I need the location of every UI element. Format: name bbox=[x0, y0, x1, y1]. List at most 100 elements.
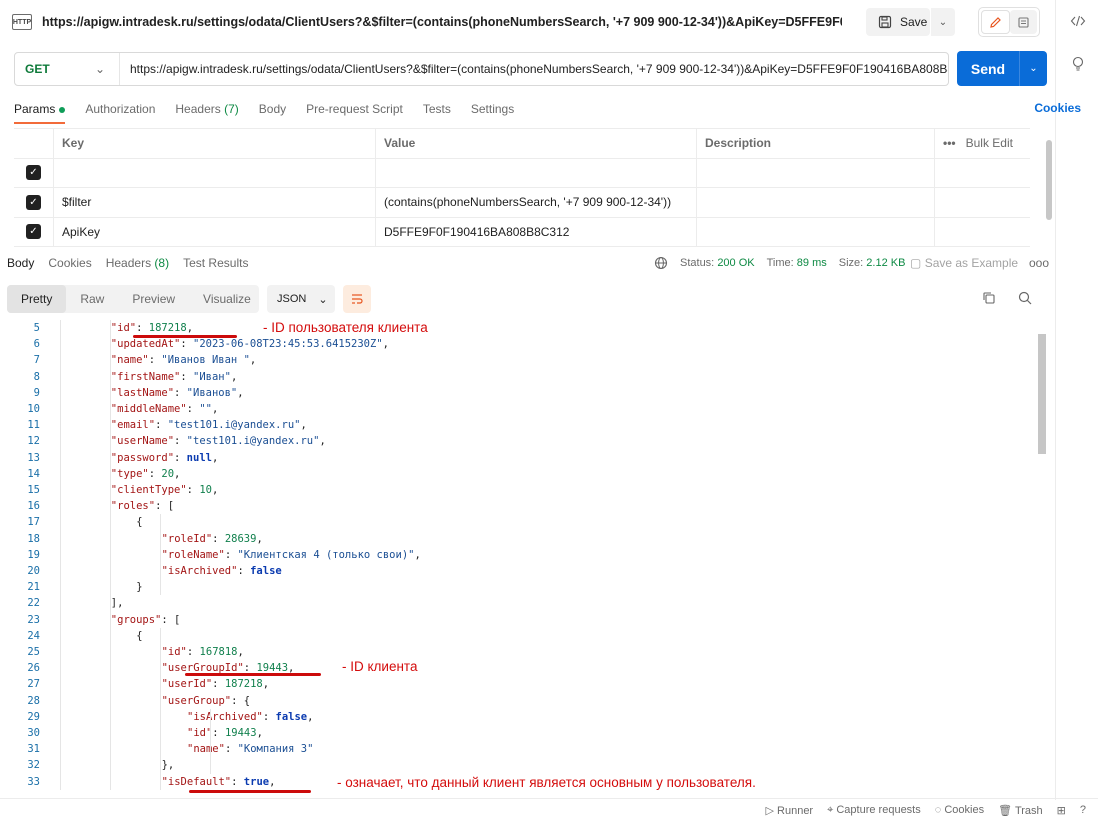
tab-settings[interactable]: Settings bbox=[471, 102, 514, 116]
tab-response-cookies[interactable]: Cookies bbox=[48, 256, 91, 270]
wrap-lines-button[interactable] bbox=[343, 285, 371, 313]
param-description[interactable] bbox=[697, 158, 935, 187]
tab-response-headers[interactable]: Headers (8) bbox=[106, 256, 169, 270]
more-options-icon[interactable]: ••• bbox=[943, 136, 956, 150]
code-text: }, bbox=[162, 757, 175, 773]
tab-test-results[interactable]: Test Results bbox=[183, 256, 248, 270]
save-as-example-button[interactable]: ▢ Save as Example bbox=[910, 256, 1018, 270]
tab-params[interactable]: Params bbox=[14, 102, 66, 124]
format-select[interactable]: JSON ⌄ bbox=[267, 285, 335, 313]
param-checkbox[interactable]: ✓ bbox=[14, 158, 54, 187]
footer-cookies-button[interactable]: ◌ Cookies bbox=[935, 804, 984, 816]
annotation-user-id: - ID пользователя клиента bbox=[263, 320, 428, 335]
code-line: 28 "userGroup": { bbox=[0, 693, 1036, 709]
url-input[interactable]: https://apigw.intradesk.ru/settings/odat… bbox=[120, 62, 948, 76]
save-button[interactable]: Save bbox=[866, 8, 930, 36]
code-line: 5 "id": 187218, bbox=[0, 320, 1036, 336]
code-token: : bbox=[262, 710, 276, 723]
tab-body[interactable]: Body bbox=[259, 102, 286, 116]
code-text: "groups": [ bbox=[111, 612, 181, 628]
globe-icon[interactable] bbox=[654, 256, 668, 270]
code-token: "roleName" bbox=[161, 548, 225, 561]
code-token: "test101.i@yandex.ru" bbox=[167, 419, 301, 432]
code-text: "name": "Компания 3" bbox=[187, 741, 313, 757]
line-number: 5 bbox=[33, 322, 40, 334]
line-number: 32 bbox=[27, 759, 40, 772]
capture-requests-button[interactable]: ⌖ Capture requests bbox=[827, 804, 921, 817]
copy-icon[interactable] bbox=[982, 291, 996, 308]
params-scrollbar[interactable] bbox=[1046, 140, 1052, 220]
scrollbar-thumb[interactable] bbox=[1038, 334, 1046, 454]
param-value[interactable]: (contains(phoneNumbersSearch, '+7 909 90… bbox=[376, 188, 697, 217]
code-token: : { bbox=[231, 694, 251, 707]
code-token: false bbox=[250, 565, 282, 577]
tab-headers[interactable]: Headers (7) bbox=[175, 102, 238, 116]
time-info[interactable]: Time: 89 ms bbox=[767, 257, 827, 269]
response-scrollbar[interactable] bbox=[1036, 322, 1048, 794]
method-select[interactable]: GET ⌄ bbox=[15, 53, 120, 85]
code-text: "password": null, bbox=[111, 450, 219, 466]
response-body-editor[interactable]: 5 "id": 187218, 6 "updatedAt": "2023-06-08T… bbox=[0, 318, 1036, 794]
size-value: 2.12 KB bbox=[866, 257, 906, 269]
docs-mode-button[interactable] bbox=[1010, 10, 1037, 34]
code-token: "id" bbox=[161, 646, 187, 658]
indent-guide bbox=[110, 320, 111, 790]
code-text: { bbox=[136, 628, 142, 644]
cookies-link[interactable]: Cookies bbox=[1034, 101, 1081, 115]
param-checkbox[interactable]: ✓ bbox=[14, 188, 54, 217]
code-token: "userId" bbox=[161, 678, 213, 691]
line-number: 31 bbox=[27, 743, 40, 756]
more-options-icon[interactable]: ooo bbox=[1029, 256, 1049, 270]
code-line: 25 "id": 167818, bbox=[0, 644, 1036, 660]
tab-label: Headers bbox=[175, 102, 221, 116]
editor-mode-toggle bbox=[978, 7, 1040, 37]
two-pane-icon[interactable]: ⊞ bbox=[1057, 804, 1066, 817]
send-options-button[interactable]: ⌄ bbox=[1019, 51, 1047, 86]
tab-pretty[interactable]: Pretty bbox=[7, 285, 67, 313]
line-number: 24 bbox=[27, 629, 40, 642]
trash-button[interactable]: 🗑 Trash bbox=[998, 804, 1043, 817]
bulk-edit-button[interactable]: Bulk Edit bbox=[966, 136, 1013, 150]
code-line: 10 "middleName": "", bbox=[0, 401, 1036, 417]
search-icon[interactable] bbox=[1018, 291, 1032, 308]
code-line: 18 "roleId": 28639, bbox=[0, 531, 1036, 547]
code-token: 20 bbox=[161, 467, 175, 480]
line-number: 17 bbox=[27, 516, 40, 529]
param-value[interactable]: D5FFE9F0F190416BA808B8C312 bbox=[376, 217, 697, 246]
send-button[interactable]: Send ⌄ bbox=[957, 51, 1047, 86]
code-token: , bbox=[174, 467, 181, 480]
edit-mode-button[interactable] bbox=[981, 10, 1010, 34]
runner-button[interactable]: ▷ Runner bbox=[765, 804, 813, 817]
status-info[interactable]: Status: 200 OK bbox=[680, 257, 755, 269]
code-token: : bbox=[212, 727, 225, 739]
tab-preview[interactable]: Preview bbox=[118, 285, 189, 313]
size-info[interactable]: Size: 2.12 KB bbox=[839, 257, 906, 269]
tab-visualize[interactable]: Visualize bbox=[189, 285, 265, 313]
code-text: "email": "test101.i@yandex.ru", bbox=[111, 417, 307, 433]
param-key[interactable]: $filter bbox=[54, 188, 376, 217]
lightbulb-icon[interactable] bbox=[1069, 55, 1087, 73]
param-description[interactable] bbox=[697, 217, 935, 246]
request-title[interactable]: https://apigw.intradesk.ru/settings/odat… bbox=[42, 15, 842, 29]
save-options-button[interactable]: ⌄ bbox=[931, 8, 955, 36]
capture-label: Capture requests bbox=[836, 803, 921, 816]
code-text: "isDefault": true, bbox=[162, 774, 276, 790]
param-checkbox[interactable]: ✓ bbox=[14, 217, 54, 246]
help-icon[interactable]: ? bbox=[1080, 804, 1086, 816]
tab-authorization[interactable]: Authorization bbox=[85, 102, 155, 116]
code-text: "clientType": 10, bbox=[111, 482, 219, 498]
param-value[interactable] bbox=[376, 158, 697, 187]
code-snippet-icon[interactable] bbox=[1069, 13, 1087, 31]
tab-raw[interactable]: Raw bbox=[66, 285, 118, 313]
code-token: : bbox=[174, 451, 187, 464]
line-number: 21 bbox=[27, 581, 40, 594]
param-key[interactable]: ApiKey bbox=[54, 217, 376, 246]
tab-response-body[interactable]: Body bbox=[7, 256, 34, 270]
param-description[interactable] bbox=[697, 188, 935, 217]
code-token: , bbox=[211, 451, 219, 464]
cookies-label: Cookies bbox=[944, 804, 985, 816]
tab-tests[interactable]: Tests bbox=[423, 102, 451, 116]
checkmark-icon: ✓ bbox=[26, 194, 41, 210]
tab-pre-request-script[interactable]: Pre-request Script bbox=[306, 102, 403, 116]
param-key[interactable] bbox=[54, 158, 376, 187]
